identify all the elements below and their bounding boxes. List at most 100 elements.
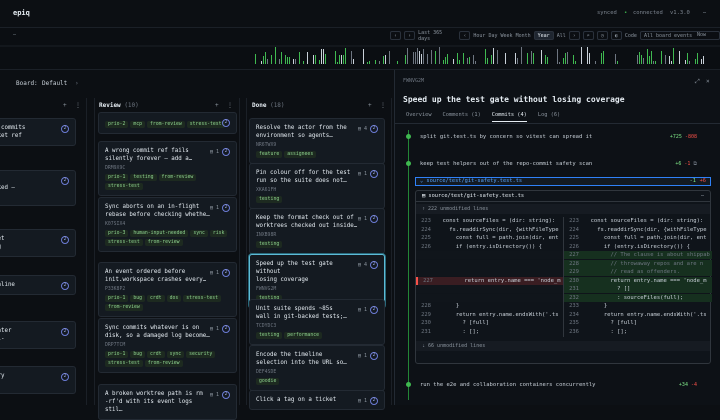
next-range-button[interactable]: › — [404, 31, 416, 40]
more-icon[interactable]: ⋯ — [701, 191, 704, 202]
assignee-avatar[interactable]: 2 — [370, 352, 378, 360]
prev-range-button[interactable]: ‹ — [390, 31, 402, 40]
assignee-avatar[interactable]: 2 — [61, 373, 69, 381]
tag-badge[interactable]: testing — [256, 332, 283, 339]
close-icon[interactable]: × — [706, 78, 710, 85]
tag-badge[interactable]: stress-test — [105, 183, 143, 190]
range-hour[interactable]: Hour — [473, 33, 485, 39]
column-menu-icon[interactable]: ⋮ — [227, 102, 233, 109]
tag-badge[interactable]: assignees — [284, 151, 317, 158]
assignee-avatar[interactable]: 2 — [222, 325, 230, 333]
tag-badge[interactable]: performance — [284, 332, 322, 339]
assignee-avatar[interactable]: 2 — [222, 391, 230, 399]
tag-badge[interactable]: security — [186, 351, 216, 358]
add-card-icon[interactable]: + — [63, 102, 67, 109]
range-all[interactable]: All — [557, 33, 566, 39]
tab-comments[interactable]: Comments (1) — [443, 112, 481, 122]
assignee-avatar[interactable]: 2 — [370, 261, 378, 269]
add-card-icon[interactable]: + — [215, 102, 219, 109]
tag-badge[interactable]: stress-test — [183, 295, 222, 302]
now-label[interactable]: Now — [697, 32, 706, 38]
tag-badge[interactable]: human-input-needed — [130, 230, 189, 237]
ticket-card[interactable]: Two commits ticket ref 2 — [0, 118, 76, 146]
activity-histogram[interactable] — [0, 42, 720, 68]
ticket-card[interactable]: Sync aborts on an in-flight rebase befor… — [98, 197, 237, 252]
board-name[interactable]: Default — [42, 80, 67, 87]
commit-row[interactable]: keep test helpers out of the repo-commit… — [420, 161, 710, 167]
changed-file-row[interactable]: ⌄ source/test/git-safety.test.ts -1 +6 — [415, 177, 711, 186]
event-filter-select[interactable]: All board events — [639, 31, 720, 40]
zoom-out-button[interactable]: ‹ — [459, 31, 471, 40]
commit-row[interactable]: split git.test.ts by concern so vitest c… — [420, 134, 710, 140]
tag-badge[interactable]: goodie — [256, 378, 280, 385]
link-icon[interactable]: ⌕ — [582, 31, 594, 40]
clock-icon[interactable]: ◷ — [596, 31, 608, 40]
assignee-avatar[interactable]: 2 — [370, 215, 378, 223]
assignee-avatar[interactable]: 2 — [370, 170, 378, 178]
tag-badge[interactable]: from-review — [147, 121, 185, 128]
tag-badge[interactable]: stress-test — [105, 360, 143, 367]
tag-badge[interactable]: prio-3 — [105, 230, 129, 237]
tag-badge[interactable]: prio-2 — [105, 121, 129, 128]
tab-commits[interactable]: Commits (4) — [491, 112, 527, 122]
tag-badge[interactable]: crdt — [147, 351, 165, 358]
tag-badge[interactable]: feature — [256, 151, 283, 158]
tag-badge[interactable]: dos — [166, 295, 182, 302]
ticket-card[interactable]: icket ting 2 — [0, 229, 76, 257]
collapse-icon[interactable]: — — [13, 32, 16, 38]
tag-badge[interactable]: stress-test — [186, 121, 225, 128]
ticket-card[interactable]: Pin colour off for the test run so the s… — [249, 163, 385, 209]
assignee-avatar[interactable]: 2 — [222, 269, 230, 277]
tag-badge[interactable]: prio-1 — [105, 351, 129, 358]
tab-log[interactable]: Log (6) — [538, 112, 560, 122]
menu-icon[interactable]: ⋯ — [703, 10, 706, 16]
assignee-avatar[interactable]: 2 — [370, 397, 378, 405]
assignee-avatar[interactable]: 2 — [222, 119, 230, 127]
ticket-card[interactable]: A wrong commit ref fails silently foreve… — [98, 141, 237, 196]
assignee-avatar[interactable]: 2 — [61, 177, 69, 185]
ticket-card[interactable]: Click a tag on a ticket ▤ 1 2 — [249, 390, 385, 410]
timeline-panel[interactable]: — ‹ › Last 365 days ‹ Hour Day Week Mont… — [0, 28, 720, 70]
tag-badge[interactable]: mcp — [130, 121, 145, 128]
tag-badge[interactable]: testing — [256, 196, 283, 203]
tag-badge[interactable]: from-review — [105, 304, 143, 311]
assignee-avatar[interactable]: 2 — [370, 306, 378, 314]
range-month[interactable]: Month — [516, 33, 531, 39]
board-chevron-icon[interactable]: › — [75, 80, 79, 87]
tag-badge[interactable]: sync — [190, 230, 208, 237]
assignee-avatar[interactable]: 2 — [61, 236, 69, 244]
toggle-icon[interactable]: ◐ — [610, 31, 622, 40]
tag-badge[interactable]: bug — [130, 351, 145, 358]
tab-overview[interactable]: Overview — [406, 112, 432, 122]
unmodified-lines-bottom[interactable]: ⇣ 66 unmodified lines — [416, 341, 710, 351]
ticket-card[interactable]: every all 2 — [0, 366, 76, 394]
unmodified-lines-top[interactable]: ⇡ 222 unmodified lines — [416, 204, 710, 214]
code-toggle[interactable]: Code — [625, 33, 637, 39]
ticket-card[interactable]: Resolve the actor from the environment s… — [249, 118, 385, 164]
ticket-card[interactable]: A broken worktree path is rm -rf'd with … — [98, 384, 237, 420]
commit-row[interactable]: run the e2e and collaboration containers… — [420, 382, 710, 388]
ticket-card[interactable]: linked — ly 2 — [0, 170, 76, 206]
ticket-card[interactable]: tighter nmel- 2 — [0, 321, 76, 349]
tag-badge[interactable]: stress-test — [105, 239, 143, 246]
tag-badge[interactable]: prio-1 — [105, 295, 129, 302]
tag-badge[interactable]: risk — [209, 230, 228, 237]
ticket-card[interactable]: prio-2 mcp from-review stress-test 2 — [98, 112, 237, 134]
assignee-avatar[interactable]: 2 — [61, 125, 69, 133]
copy-icon[interactable]: ⧉ — [693, 161, 697, 167]
range-day[interactable]: Day — [488, 33, 497, 39]
range-week[interactable]: Week — [501, 33, 513, 39]
ticket-card[interactable]: An event ordered before init.workspace c… — [98, 262, 237, 317]
ticket-card[interactable]: Encode the timeline selection into the U… — [249, 345, 385, 391]
column-menu-icon[interactable]: ⋮ — [380, 102, 386, 109]
assignee-avatar[interactable]: 2 — [370, 125, 378, 133]
range-year[interactable]: Year — [533, 31, 554, 40]
tag-badge[interactable]: from-review — [144, 360, 183, 367]
tag-badge[interactable]: bug — [130, 295, 145, 302]
tag-badge[interactable]: sync — [166, 351, 185, 358]
tag-badge[interactable]: from-review — [144, 239, 183, 246]
assignee-avatar[interactable]: 2 — [61, 328, 69, 336]
column-menu-icon[interactable]: ⋮ — [75, 102, 81, 109]
tag-badge[interactable]: prio-1 — [105, 174, 129, 181]
tag-badge[interactable]: crdt — [147, 295, 165, 302]
